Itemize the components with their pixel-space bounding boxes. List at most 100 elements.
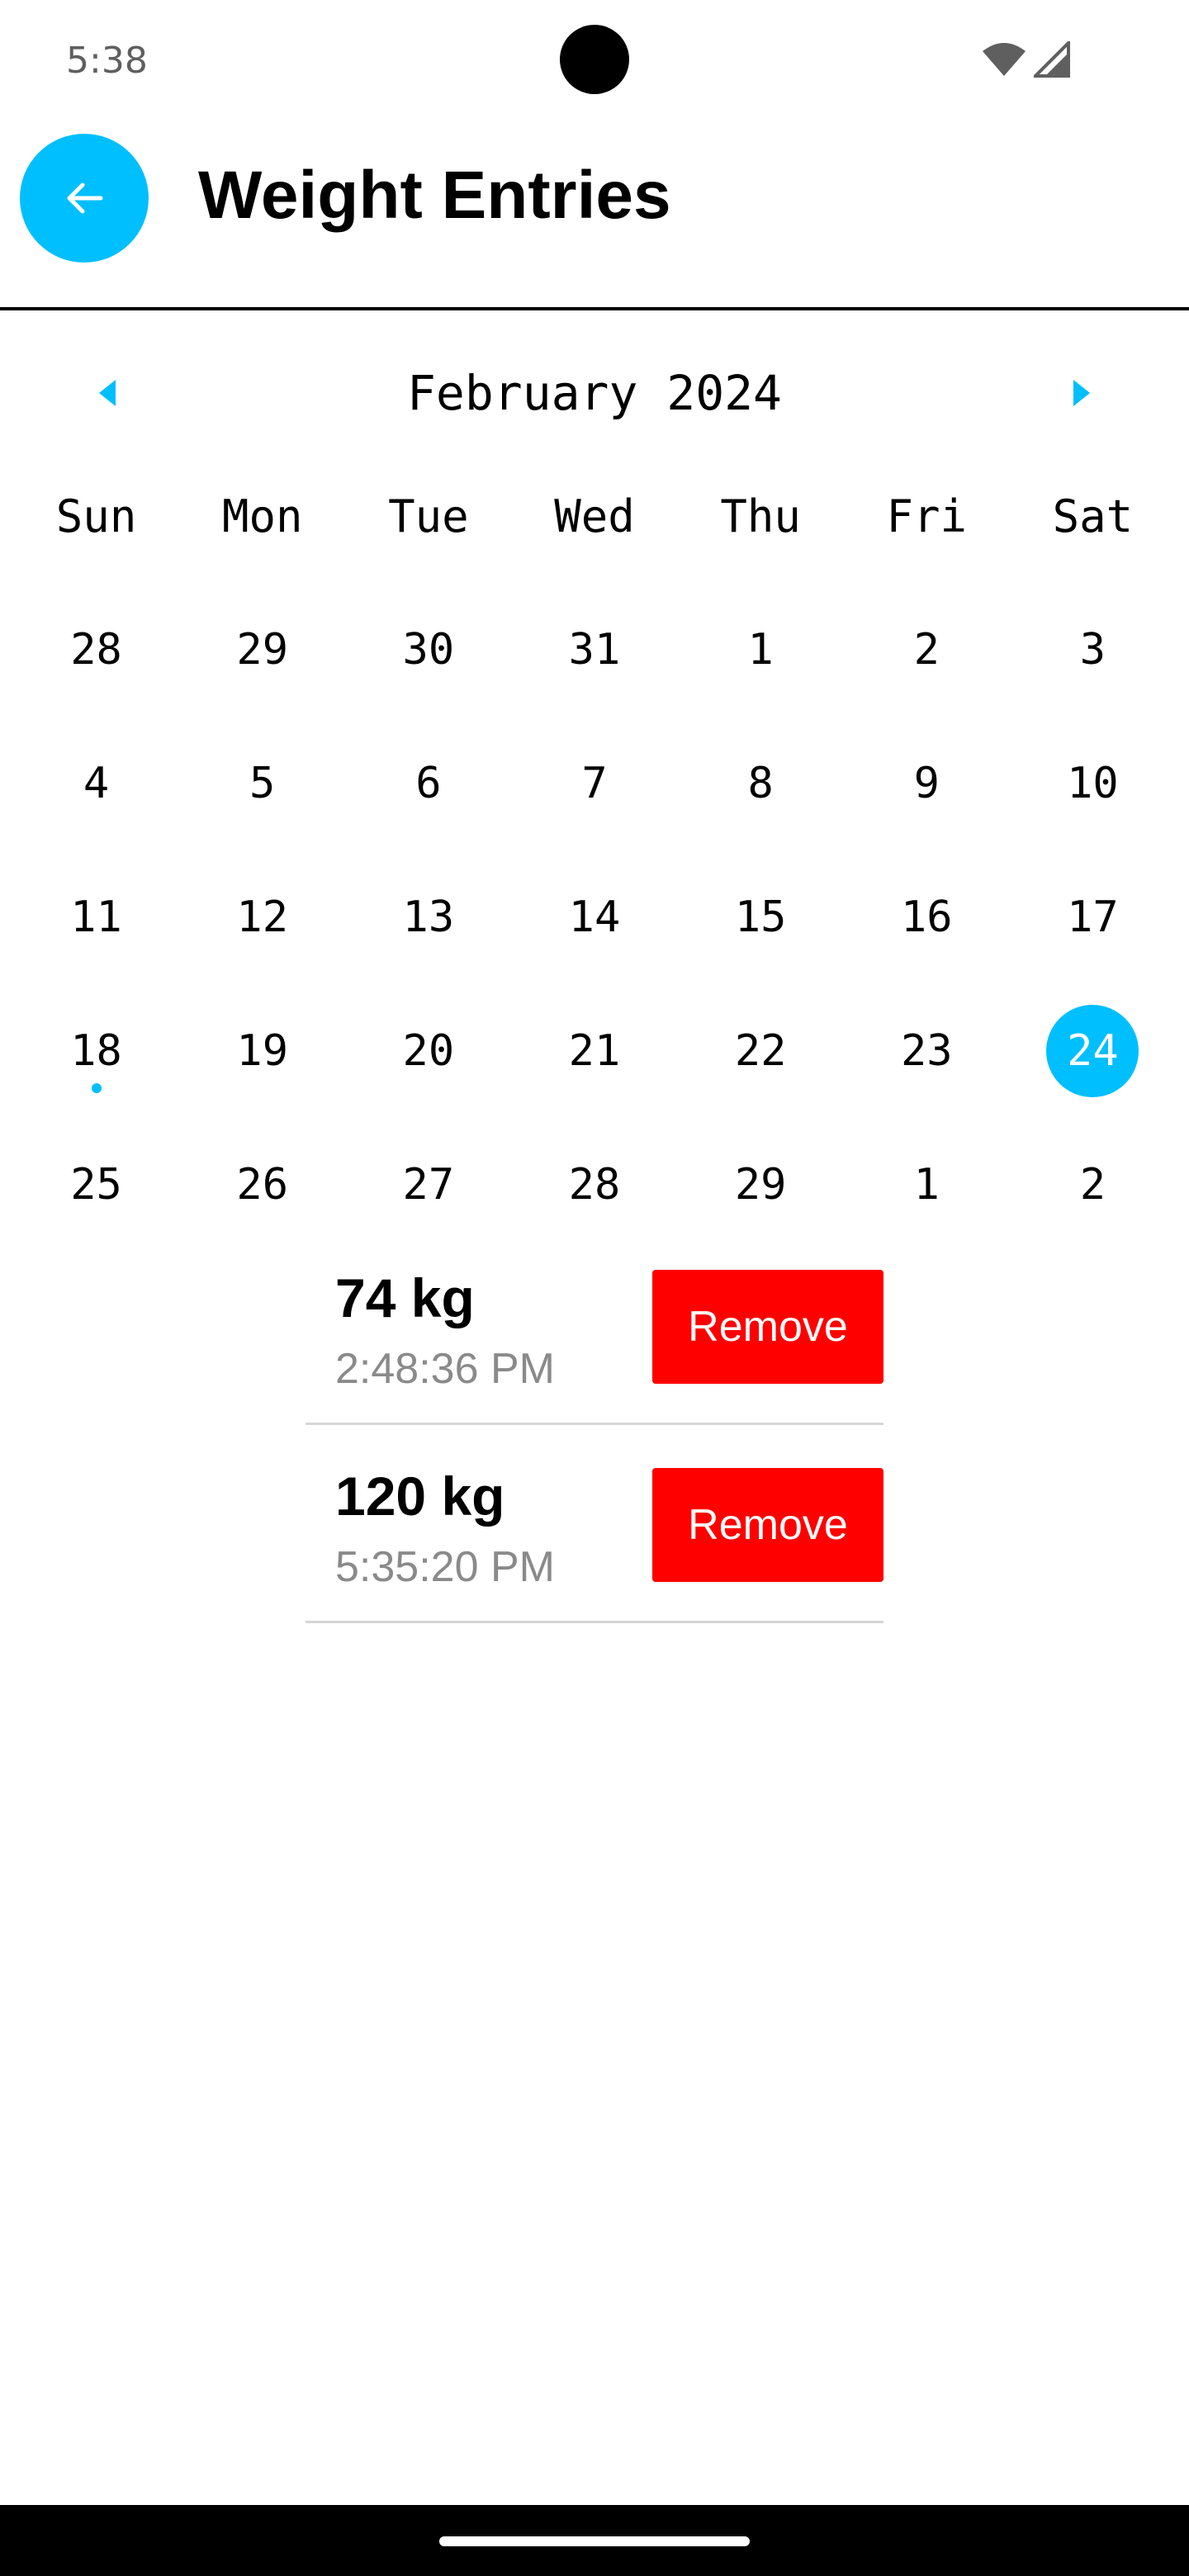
weekday-label: Fri bbox=[886, 490, 968, 542]
day-number: 27 bbox=[402, 1160, 455, 1210]
day-number: 7 bbox=[581, 759, 608, 808]
day-number: 13 bbox=[402, 893, 455, 942]
day-number: 20 bbox=[402, 1026, 455, 1076]
calendar-weekdays: Sun Mon Tue Wed Thu Fri Sat bbox=[13, 467, 1176, 566]
day-number: 25 bbox=[70, 1160, 122, 1210]
day-number: 4 bbox=[83, 759, 110, 808]
calendar-day[interactable]: 1 bbox=[678, 583, 844, 717]
day-number: 3 bbox=[1079, 625, 1106, 675]
weekday-label: Thu bbox=[720, 490, 801, 542]
camera-cutout bbox=[560, 25, 629, 94]
calendar-day[interactable]: 10 bbox=[1010, 717, 1176, 850]
day-number: 1 bbox=[747, 625, 774, 675]
calendar-day[interactable]: 17 bbox=[1010, 850, 1176, 984]
calendar-day[interactable]: 19 bbox=[179, 984, 345, 1118]
day-number: 16 bbox=[900, 893, 953, 942]
day-number: 23 bbox=[900, 1026, 953, 1076]
calendar-day[interactable]: 8 bbox=[678, 717, 844, 850]
day-number: 2 bbox=[1079, 1160, 1106, 1210]
calendar-day[interactable]: 11 bbox=[13, 850, 179, 984]
day-number: 2 bbox=[913, 625, 940, 675]
calendar-day[interactable]: 22 bbox=[678, 984, 844, 1118]
day-number: 21 bbox=[568, 1026, 621, 1076]
app-bar: Weight Entries bbox=[0, 124, 1189, 310]
calendar-day[interactable]: 13 bbox=[345, 850, 511, 984]
calendar-day[interactable]: 5 bbox=[179, 717, 345, 850]
status-bar: 5:38 bbox=[0, 0, 1189, 124]
calendar-day[interactable]: 2 bbox=[1010, 1118, 1176, 1252]
day-number: 1 bbox=[913, 1160, 940, 1210]
calendar-day[interactable]: 15 bbox=[678, 850, 844, 984]
weight-entries-list: 74 kg 2:48:36 PM Remove 120 kg 5:35:20 P… bbox=[306, 1227, 883, 1623]
day-number: 31 bbox=[568, 625, 621, 675]
entry-time: 2:48:36 PM bbox=[335, 1345, 555, 1393]
weekday-label: Sun bbox=[55, 490, 137, 542]
calendar-day[interactable]: 12 bbox=[179, 850, 345, 984]
day-number: 30 bbox=[402, 625, 455, 675]
calendar-day[interactable]: 14 bbox=[511, 850, 677, 984]
entry-weight: 120 kg bbox=[335, 1466, 505, 1527]
weekday-label: Sat bbox=[1052, 490, 1134, 542]
day-number: 29 bbox=[236, 625, 289, 675]
signal-icon bbox=[1034, 41, 1070, 78]
day-number: 15 bbox=[734, 893, 787, 942]
calendar-day[interactable]: 21 bbox=[511, 984, 677, 1118]
entry-indicator-dot bbox=[91, 1083, 102, 1093]
calendar-day-with-entry[interactable]: 18 bbox=[13, 984, 179, 1118]
calendar-day[interactable]: 30 bbox=[345, 583, 511, 717]
calendar-month-label: February 2024 bbox=[407, 365, 782, 421]
entry-time: 5:35:20 PM bbox=[335, 1543, 555, 1591]
calendar-day[interactable]: 3 bbox=[1010, 583, 1176, 717]
day-number: 22 bbox=[734, 1026, 787, 1076]
calendar-day[interactable]: 6 bbox=[345, 717, 511, 850]
day-number: 28 bbox=[568, 1160, 621, 1210]
day-number: 18 bbox=[70, 1026, 122, 1076]
calendar-day[interactable]: 7 bbox=[511, 717, 677, 850]
back-button[interactable] bbox=[20, 134, 149, 263]
day-number: 10 bbox=[1067, 759, 1119, 808]
calendar-day[interactable]: 28 bbox=[13, 583, 179, 717]
remove-button[interactable]: Remove bbox=[652, 1468, 883, 1582]
calendar-day-selected[interactable]: 24 bbox=[1010, 984, 1176, 1118]
day-number: 9 bbox=[913, 759, 940, 808]
day-number: 5 bbox=[249, 759, 276, 808]
caret-left-icon bbox=[99, 380, 116, 406]
wifi-icon bbox=[983, 43, 1026, 76]
calendar-grid: 28 29 30 31 1 2 3 4 5 6 7 8 9 10 11 12 1… bbox=[13, 583, 1176, 1252]
calendar-day[interactable]: 25 bbox=[13, 1118, 179, 1252]
calendar-header: February 2024 bbox=[0, 343, 1189, 443]
home-gesture-handle[interactable] bbox=[439, 2536, 750, 2546]
caret-right-icon bbox=[1073, 380, 1090, 406]
list-item: 74 kg 2:48:36 PM Remove bbox=[306, 1227, 883, 1425]
calendar-day[interactable]: 23 bbox=[844, 984, 1010, 1118]
day-number: 14 bbox=[568, 893, 621, 942]
status-time: 5:38 bbox=[66, 40, 148, 82]
day-number: 24 bbox=[1067, 1026, 1119, 1076]
calendar-day[interactable]: 29 bbox=[179, 583, 345, 717]
day-number: 12 bbox=[236, 893, 289, 942]
entry-weight: 74 kg bbox=[335, 1267, 475, 1328]
day-number: 29 bbox=[734, 1160, 787, 1210]
remove-button[interactable]: Remove bbox=[652, 1270, 883, 1384]
calendar-day[interactable]: 2 bbox=[844, 583, 1010, 717]
list-item: 120 kg 5:35:20 PM Remove bbox=[306, 1425, 883, 1623]
day-number: 28 bbox=[70, 625, 122, 675]
day-number: 8 bbox=[747, 759, 774, 808]
previous-month-button[interactable] bbox=[83, 368, 132, 418]
calendar-day[interactable]: 9 bbox=[844, 717, 1010, 850]
calendar-day[interactable]: 16 bbox=[844, 850, 1010, 984]
calendar-day[interactable]: 20 bbox=[345, 984, 511, 1118]
day-number: 19 bbox=[236, 1026, 289, 1076]
weekday-label: Wed bbox=[554, 490, 635, 542]
weekday-label: Tue bbox=[388, 490, 469, 542]
page-title: Weight Entries bbox=[198, 158, 671, 233]
day-number: 6 bbox=[415, 759, 442, 808]
navigation-bar bbox=[0, 2505, 1189, 2576]
arrow-left-icon bbox=[67, 182, 103, 214]
weekday-label: Mon bbox=[221, 490, 303, 542]
calendar-day[interactable]: 31 bbox=[511, 583, 677, 717]
calendar-day[interactable]: 4 bbox=[13, 717, 179, 850]
day-number: 11 bbox=[70, 893, 122, 942]
day-number: 17 bbox=[1067, 893, 1119, 942]
next-month-button[interactable] bbox=[1057, 368, 1106, 418]
